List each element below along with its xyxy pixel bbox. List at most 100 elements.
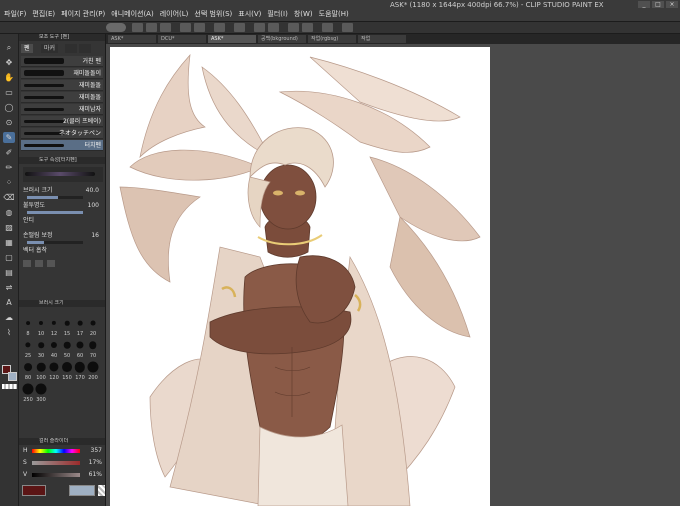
brush-item[interactable]: ネオタッチペン [21, 128, 103, 139]
pencil-icon[interactable]: ✐ [3, 147, 15, 158]
tab-extra-2[interactable] [79, 44, 91, 53]
brush-size-option[interactable]: 120 [48, 359, 60, 381]
text-icon[interactable]: A [3, 297, 15, 308]
brush-size-option[interactable]: 25 [22, 337, 34, 359]
property-slider[interactable] [27, 211, 83, 214]
hand-icon[interactable]: ✋ [3, 72, 15, 83]
open-file-icon[interactable] [146, 23, 157, 32]
select-icon[interactable]: ▭ [3, 87, 15, 98]
color-slider-bar[interactable] [32, 473, 80, 477]
gradient-icon[interactable]: ▦ [3, 237, 15, 248]
correct-line-icon[interactable]: ⌇ [3, 327, 15, 338]
brush-size-option[interactable]: 250 [22, 381, 34, 403]
brush-size-option[interactable]: 60 [74, 337, 86, 359]
menu-item-6[interactable]: 표시(V) [238, 9, 261, 19]
brush-item[interactable]: 거친 펜 [21, 56, 103, 67]
property-value[interactable]: 40.0 [86, 186, 99, 195]
brush-item[interactable]: 재미돌돌 [21, 80, 103, 91]
airbrush-icon[interactable]: ⁘ [3, 177, 15, 188]
save-icon[interactable] [160, 23, 171, 32]
maximize-button[interactable]: □ [652, 1, 664, 8]
tab-pen[interactable]: 펜 [21, 44, 33, 53]
menu-item-8[interactable]: 창(W) [294, 9, 313, 19]
menu-item-7[interactable]: 필터(I) [267, 9, 287, 19]
tab-extra-1[interactable] [65, 44, 77, 53]
sub-tool-header[interactable]: 보조 도구 [펜] [19, 34, 105, 41]
zoom-icon[interactable]: ⌕ [3, 42, 15, 53]
brush-size-option[interactable]: 50 [61, 337, 73, 359]
brush-size-option[interactable]: 80 [22, 359, 34, 381]
main-color-chip[interactable] [22, 485, 46, 496]
figure-icon[interactable]: ▢ [3, 252, 15, 263]
undo-icon[interactable] [180, 23, 191, 32]
app-logo-icon[interactable] [106, 23, 126, 32]
canvas-workspace[interactable] [106, 44, 680, 506]
property-slider[interactable] [27, 241, 83, 244]
brush-size-option[interactable]: 10 [35, 315, 47, 337]
brush-size-option[interactable]: 15 [61, 315, 73, 337]
brush-size-option[interactable]: 150 [61, 359, 73, 381]
tab-canvas[interactable]: 공백(bkground) [258, 35, 306, 43]
snap-icon[interactable] [288, 23, 299, 32]
redo-icon[interactable] [194, 23, 205, 32]
menu-item-9[interactable]: 도움말(H) [319, 9, 349, 19]
brush-size-option[interactable]: 40 [48, 337, 60, 359]
brush-size-option[interactable]: 20 [87, 315, 99, 337]
brush-size-option[interactable]: 170 [74, 359, 86, 381]
color-slider-value[interactable]: 357 [91, 447, 102, 454]
brush-size-option[interactable]: 200 [87, 359, 99, 381]
sub-color-swatch[interactable] [8, 372, 17, 381]
tab-canvas[interactable]: ASK* [108, 35, 156, 43]
lasso-icon[interactable]: ◯ [3, 102, 15, 113]
transform-icon[interactable] [234, 23, 245, 32]
brush-icon[interactable]: ✏ [3, 162, 15, 173]
tab-canvas[interactable]: 작업(rgbsg) [308, 35, 356, 43]
property-value[interactable]: 16 [91, 231, 99, 240]
brush-size-option[interactable]: 30 [35, 337, 47, 359]
brush-size-option[interactable]: 70 [87, 337, 99, 359]
property-slider[interactable] [27, 196, 83, 199]
invert-selection-icon[interactable] [268, 23, 279, 32]
eraser-icon[interactable]: ⌫ [3, 192, 15, 203]
brush-size-option[interactable]: 100 [35, 359, 47, 381]
menu-item-4[interactable]: 레이어(L) [160, 9, 189, 19]
move-icon[interactable]: ✥ [3, 57, 15, 68]
snap-ruler-icon[interactable] [302, 23, 313, 32]
brush-item[interactable]: 재미남자 [21, 104, 103, 115]
color-slider-bar[interactable] [32, 461, 80, 465]
brush-item[interactable]: 재미돌돌이 [21, 68, 103, 79]
clear-icon[interactable] [214, 23, 225, 32]
color-slider-value[interactable]: 17% [89, 459, 102, 466]
color-slider-value[interactable]: 61% [89, 471, 102, 478]
brush-size-option[interactable]: 12 [48, 315, 60, 337]
tab-canvas[interactable]: DCU* [158, 35, 206, 43]
pen-icon[interactable]: ✎ [3, 132, 15, 143]
eyedropper-icon[interactable]: ⊙ [3, 117, 15, 128]
close-button[interactable]: × [666, 1, 678, 8]
menu-item-0[interactable]: 파일(F) [4, 9, 26, 19]
transparent-color-chip[interactable] [98, 485, 105, 496]
brush-item[interactable]: 터치펜 [21, 140, 103, 151]
menu-item-2[interactable]: 페이지 관리(P) [61, 9, 105, 19]
blend-icon[interactable]: ◍ [3, 207, 15, 218]
tab-canvas[interactable]: 작업 [358, 35, 406, 43]
new-file-icon[interactable] [132, 23, 143, 32]
ruler-icon[interactable]: ⇌ [3, 282, 15, 293]
settings-icon[interactable] [322, 23, 333, 32]
menu-item-3[interactable]: 애니메이션(A) [111, 9, 153, 19]
frame-icon[interactable]: ▤ [3, 267, 15, 278]
brush-size-option[interactable]: 300 [35, 381, 47, 403]
tool-property-header[interactable]: 도구 속성[터치펜] [19, 157, 105, 164]
brush-size-header[interactable]: 브러시 크기 [19, 300, 105, 307]
property-value[interactable]: 100 [88, 201, 99, 210]
fill-icon[interactable]: ▨ [3, 222, 15, 233]
help-icon[interactable] [342, 23, 353, 32]
balloon-icon[interactable]: ☁ [3, 312, 15, 323]
sub-color-chip[interactable] [69, 485, 95, 496]
tab-marker[interactable]: 마커 [41, 44, 59, 53]
brush-item[interactable]: 2(클러 프베이) [21, 116, 103, 127]
minimize-button[interactable]: _ [638, 1, 650, 8]
menu-item-1[interactable]: 편집(E) [32, 9, 55, 19]
menu-item-5[interactable]: 선택 범위(S) [194, 9, 232, 19]
color-slider-bar[interactable] [32, 449, 80, 453]
